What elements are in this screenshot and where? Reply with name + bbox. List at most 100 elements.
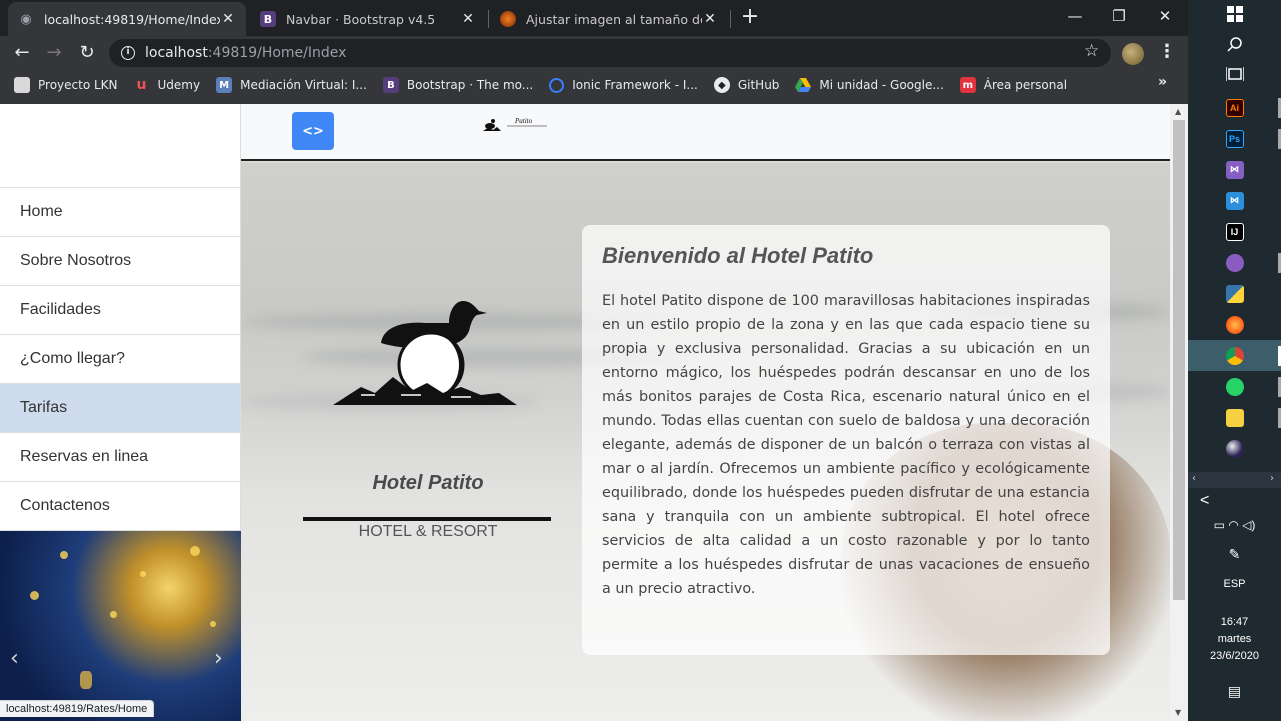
taskbar-photoshop[interactable]: Ps <box>1188 123 1281 154</box>
taskbar-task-view[interactable] <box>1188 60 1281 91</box>
scroll-right-icon[interactable]: › <box>1270 473 1274 484</box>
tab-strip: ◉ localhost:49819/Home/Index ✕ B Navbar … <box>0 0 1188 36</box>
scroll-down-icon[interactable]: ▼ <box>1175 708 1181 717</box>
bookmark-github[interactable]: ◆ GitHub <box>713 77 779 93</box>
forward-button[interactable]: → <box>42 41 66 65</box>
taskbar-search[interactable] <box>1188 30 1281 61</box>
taskbar-app[interactable] <box>1188 247 1281 278</box>
tab-title: Ajustar imagen al tamaño del co <box>526 11 702 27</box>
maximize-button[interactable]: ❐ <box>1096 4 1142 28</box>
tray-chevron-icon[interactable]: < <box>1188 492 1281 510</box>
carousel-prev-icon[interactable]: ‹ <box>10 646 19 671</box>
minimize-button[interactable]: — <box>1052 4 1098 28</box>
volume-icon[interactable]: ◁) <box>1242 518 1255 532</box>
carousel-next-icon[interactable]: › <box>214 646 223 671</box>
close-tab-icon[interactable]: ✕ <box>460 11 476 27</box>
taskbar-start[interactable] <box>1188 0 1281 31</box>
clock-time[interactable]: 16:47 <box>1188 616 1281 628</box>
browser-menu-button[interactable]: ⋮ <box>1158 41 1176 62</box>
bookmark-google-drive[interactable]: Mi unidad - Google... <box>795 77 944 93</box>
new-tab-button[interactable]: + <box>738 6 762 30</box>
tray-status-icons[interactable]: ▭ ◠ ◁) <box>1188 518 1281 532</box>
close-tab-icon[interactable]: ✕ <box>702 11 718 27</box>
tab-separator <box>730 10 731 28</box>
profile-avatar[interactable] <box>1122 43 1144 65</box>
hero-section: Hotel Patito HOTEL & RESORT Bienvenido a… <box>241 163 1170 721</box>
bookmark-bootstrap[interactable]: B Bootstrap · The mo... <box>382 77 534 93</box>
taskbar-scroll[interactable]: ‹ › <box>1188 472 1281 488</box>
scrollbar-thumb[interactable] <box>1173 120 1185 600</box>
link-status-bar: localhost:49819/Rates/Home <box>0 700 155 717</box>
clock-day[interactable]: martes <box>1188 633 1281 645</box>
site-info-icon[interactable]: i <box>121 46 135 60</box>
taskbar-intellij[interactable]: IJ <box>1188 216 1281 247</box>
battery-icon[interactable]: ▭ <box>1214 518 1225 532</box>
bookmark-star-icon[interactable]: ☆ <box>1084 41 1099 61</box>
bookmark-ionic[interactable]: Ionic Framework - I... <box>549 77 698 93</box>
taskbar-illustrator[interactable]: Ai <box>1188 92 1281 123</box>
moodle-m-icon: m <box>959 77 976 93</box>
url-host: localhost <box>145 45 208 61</box>
sidebar-item-contactenos[interactable]: Contactenos <box>0 482 240 531</box>
taskbar-firefox[interactable] <box>1188 309 1281 340</box>
taskbar-whatsapp[interactable] <box>1188 371 1281 402</box>
taskbar-vscode[interactable]: ⋈ <box>1188 185 1281 216</box>
search-icon <box>1226 36 1243 56</box>
windows-start-icon <box>1226 5 1243 26</box>
taskbar-chrome[interactable] <box>1188 340 1281 371</box>
reload-button[interactable]: ↻ <box>75 41 99 65</box>
bookmark-udemy[interactable]: u Udemy <box>134 77 201 93</box>
hotel-duck-logo <box>333 301 517 405</box>
page-scrollbar[interactable]: ▲ ▼ <box>1170 104 1188 721</box>
scroll-up-icon[interactable]: ▲ <box>1175 107 1181 116</box>
bookmarks-overflow-button[interactable]: » <box>1158 74 1167 90</box>
taskbar-eclipse[interactable] <box>1188 433 1281 464</box>
sidebar-carousel[interactable]: ‹ › <box>0 531 241 721</box>
bookmark-label: Mediación Virtual: I... <box>240 78 367 92</box>
sidebar-item-tarifas[interactable]: Tarifas <box>0 384 240 433</box>
scroll-left-icon[interactable]: ‹ <box>1192 473 1196 484</box>
bookmark-label: Bootstrap · The mo... <box>406 78 534 92</box>
sidebar-item-sobre-nosotros[interactable]: Sobre Nosotros <box>0 237 240 286</box>
tab-navbar-bootstrap[interactable]: B Navbar · Bootstrap v4.5 ✕ <box>250 2 486 36</box>
github-icon: ◆ <box>713 77 730 93</box>
udemy-icon: u <box>136 77 147 93</box>
sidebar-item-home[interactable]: Home <box>0 188 240 237</box>
bookmark-area-personal[interactable]: m Área personal <box>959 77 1067 93</box>
sidebar-item-reservas[interactable]: Reservas en linea <box>0 433 240 482</box>
illustrator-icon: Ai <box>1225 98 1244 117</box>
taskbar-visual-studio[interactable]: ⋈ <box>1188 154 1281 185</box>
sidebar-item-como-llegar[interactable]: ¿Como llegar? <box>0 335 240 384</box>
taskbar-notepad[interactable] <box>1188 402 1281 433</box>
clock-date[interactable]: 23/6/2020 <box>1188 650 1281 662</box>
wifi-icon[interactable]: ◠ <box>1228 518 1238 532</box>
taskbar-python[interactable] <box>1188 278 1281 309</box>
hotel-name: Hotel Patito <box>372 472 484 494</box>
sidebar-item-facilidades[interactable]: Facilidades <box>0 286 240 335</box>
tab-ajustar-imagen[interactable]: Ajustar imagen al tamaño del co ✕ <box>490 2 728 36</box>
close-window-button[interactable]: ✕ <box>1142 4 1188 28</box>
sidebar-toggle-button[interactable]: <> <box>292 112 334 150</box>
bookmark-mediacion-virtual[interactable]: M Mediación Virtual: I... <box>216 77 367 93</box>
language-indicator[interactable]: ESP <box>1188 578 1281 590</box>
firefox-icon <box>1225 315 1244 334</box>
google-drive-icon <box>795 77 812 93</box>
navbar-logo[interactable]: Patito <box>481 114 551 134</box>
confetti <box>110 611 117 618</box>
visual-studio-icon: ⋈ <box>1225 160 1244 179</box>
bookmark-proyecto-lkn[interactable]: Proyecto LKN <box>14 77 118 93</box>
pen-icon[interactable]: ✎ <box>1188 546 1281 563</box>
close-tab-icon[interactable]: ✕ <box>220 11 236 27</box>
address-bar[interactable]: i localhost:49819/Home/Index <box>109 39 1111 67</box>
hotel-subtitle: HOTEL & RESORT <box>358 523 498 540</box>
welcome-title: Bienvenido al Hotel Patito <box>602 243 874 268</box>
tab-home-index[interactable]: ◉ localhost:49819/Home/Index ✕ <box>8 2 246 36</box>
url-path: :49819/Home/Index <box>207 45 347 61</box>
app-icon <box>1225 253 1244 272</box>
notifications-icon[interactable]: ▤ <box>1188 683 1281 700</box>
confetti <box>60 551 68 559</box>
welcome-text: El hotel Patito dispone de 100 maravillo… <box>602 293 1090 597</box>
python-icon <box>1225 284 1244 303</box>
document-icon <box>14 77 30 93</box>
back-button[interactable]: ← <box>10 41 34 65</box>
